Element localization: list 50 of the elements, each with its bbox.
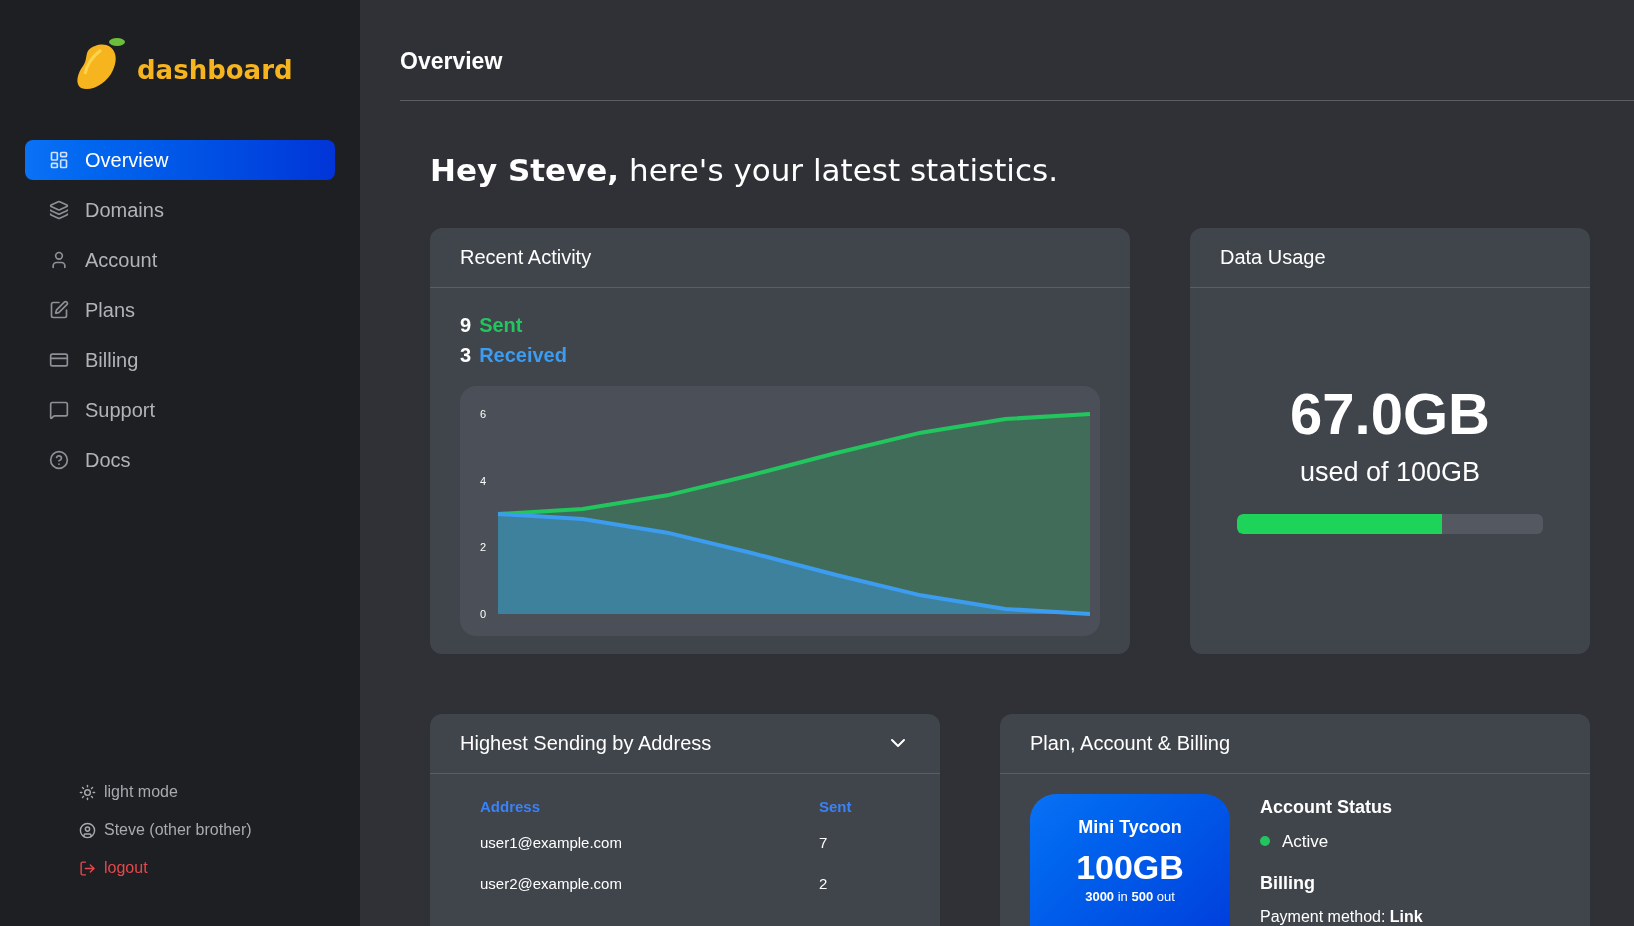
table-cell-text: 7 (819, 833, 829, 853)
plan-detail: 3000 in 500 out (1085, 888, 1175, 905)
nav-item[interactable]: Domains (25, 190, 335, 230)
plan-size: 100GB (1076, 846, 1184, 887)
greeting-text: Hey Steve, here's your latest statistics. (430, 151, 1059, 190)
edit-icon (49, 300, 69, 320)
card-title: Recent Activity (460, 245, 592, 270)
logout-link[interactable]: logout (79, 856, 335, 880)
payment-method: Payment method: Link (1260, 907, 1423, 926)
theme-toggle[interactable]: light mode (79, 780, 335, 804)
section-heading: Account Status (1260, 795, 1393, 819)
column-header: Sent (819, 796, 852, 817)
column-header: Address (480, 795, 819, 832)
y-tick-label: 2 (480, 540, 487, 553)
nav-item[interactable]: Billing (25, 340, 335, 380)
page-title: Overview (400, 46, 503, 76)
legend-label: Sent (479, 312, 523, 338)
legend-count: 9 (460, 312, 472, 338)
logo-text: dashboard (137, 54, 293, 87)
usage-amount: 67.0GB (1290, 381, 1490, 446)
nav-item[interactable]: Overview (25, 140, 335, 180)
user-icon (49, 250, 69, 270)
card-title: Data Usage (1220, 245, 1326, 270)
table-cell-text: 2 (819, 873, 829, 894)
y-tick-label: 4 (480, 474, 487, 487)
card-title: Plan, Account & Billing (1030, 731, 1231, 756)
legend-count: 3 (460, 342, 472, 368)
nav-item[interactable]: Account (25, 240, 335, 280)
layers-icon (49, 200, 69, 220)
user-circle-icon (79, 821, 96, 839)
usage-caption: used of 100GB (1299, 455, 1481, 489)
y-tick-label: 6 (480, 407, 487, 420)
dashboard-icon (49, 150, 69, 170)
table-cell: user1@example.com (480, 832, 819, 873)
table-cell: user2@example.com (480, 872, 819, 913)
nav-item[interactable]: Plans (25, 290, 335, 330)
section-heading: Billing (1260, 872, 1316, 895)
card-title: Highest Sending by Address (460, 731, 712, 756)
nav-item[interactable]: Support (25, 390, 335, 430)
sun-icon (79, 783, 96, 801)
logout-icon (79, 859, 96, 877)
legend-label: Received (479, 342, 567, 368)
status-text: Active (1282, 830, 1329, 853)
y-tick-label: 0 (480, 607, 487, 620)
chat-icon (49, 400, 69, 420)
help-icon (49, 450, 69, 470)
plan-name: Mini Tycoon (1078, 815, 1182, 839)
nav-item[interactable]: Docs (25, 440, 335, 480)
user-link[interactable]: Steve (other brother) (79, 818, 335, 842)
card-icon (49, 350, 69, 370)
